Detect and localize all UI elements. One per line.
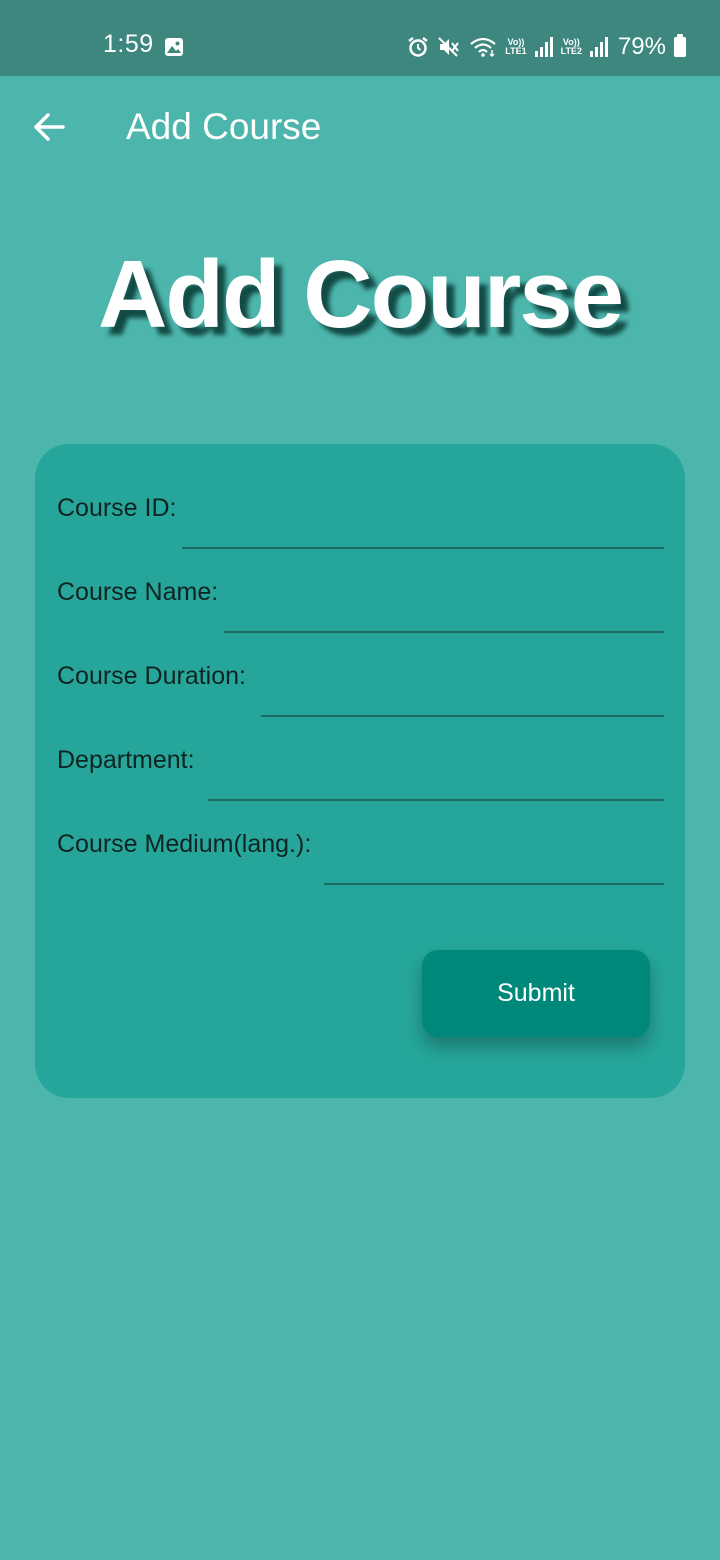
course-medium-label: Course Medium(lang.):: [57, 830, 312, 858]
course-name-input[interactable]: [224, 631, 664, 633]
department-label: Department:: [57, 746, 195, 774]
status-time: 1:59: [103, 30, 154, 58]
mute-icon: [438, 37, 460, 57]
department-input[interactable]: [208, 799, 664, 801]
signal-icon: [534, 37, 553, 57]
page-heading: Add Course: [97, 241, 624, 348]
arrow-left-icon: [34, 113, 65, 141]
alarm-icon: [408, 37, 429, 57]
signal-icon: [589, 37, 608, 57]
back-button[interactable]: [28, 106, 70, 148]
course-name-label: Course Name:: [57, 578, 219, 606]
course-id-label: Course ID:: [57, 494, 177, 522]
course-medium-input[interactable]: [324, 883, 664, 885]
course-duration-label: Course Duration:: [57, 662, 246, 690]
app-bar-title: Add Course: [126, 106, 322, 147]
wifi-icon: [470, 37, 496, 58]
submit-button[interactable]: Submit: [422, 950, 650, 1037]
sim1-label: Vo)) LTE1: [505, 37, 527, 56]
status-bar: 1:59 Vo)) LTE1 Vo)) LTE2 79%: [0, 0, 720, 76]
sim2-label: Vo)) LTE2: [560, 37, 582, 56]
course-duration-input[interactable]: [261, 715, 664, 717]
status-icons: Vo)) LTE1 Vo)) LTE2 79%: [407, 33, 686, 61]
battery-icon: [674, 34, 686, 57]
course-id-input[interactable]: [182, 547, 664, 549]
course-form-card: Course ID: Course Name: Course Duration:…: [35, 444, 685, 1098]
gallery-icon: [165, 38, 183, 56]
battery-percent: 79%: [617, 33, 666, 60]
